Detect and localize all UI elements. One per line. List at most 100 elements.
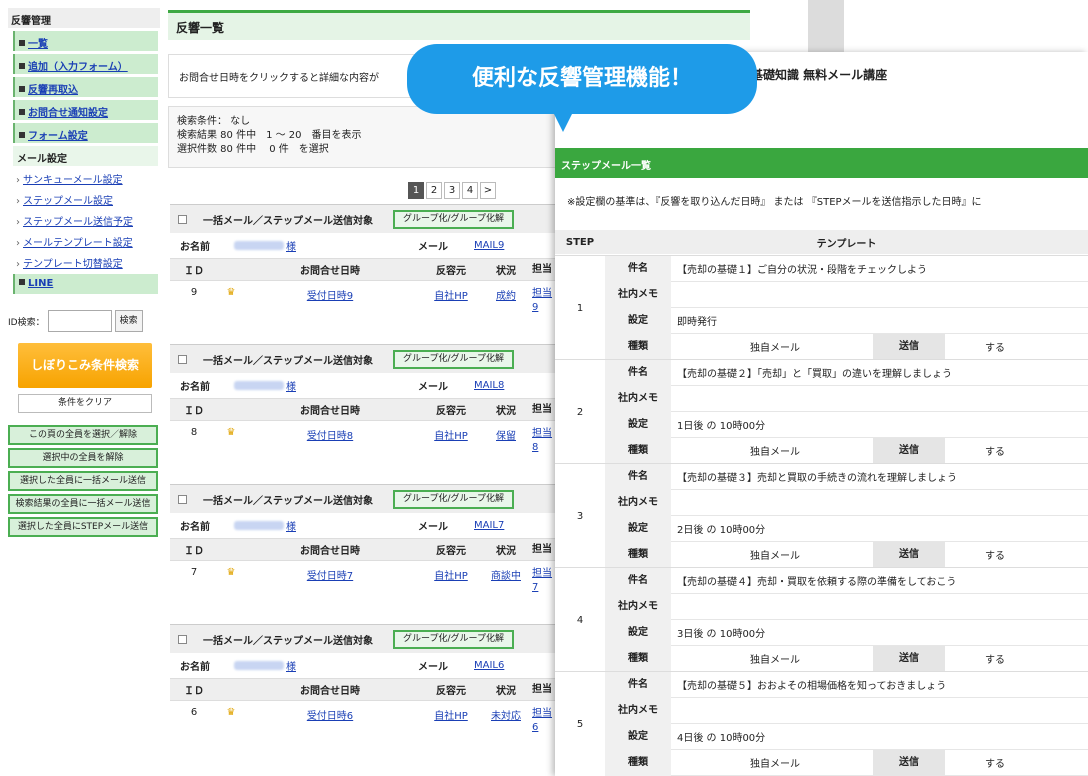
customer-name-link[interactable]: 様	[286, 518, 296, 533]
page-1[interactable]: 1	[408, 182, 424, 199]
memo-line: 社内メモ	[605, 281, 1088, 308]
bulk-mail-results-button[interactable]: 検索結果の全員に一括メール送信	[8, 494, 158, 514]
step-number: 5	[576, 718, 584, 730]
inquiry-date-link[interactable]: 受付日時8	[244, 427, 416, 442]
group-button[interactable]: グループ化/グループ化解	[393, 349, 514, 369]
step-number: 1	[576, 302, 584, 314]
bulk-mail-selected-button[interactable]: 選択した全員に一括メール送信	[8, 471, 158, 491]
step-mail-selected-button[interactable]: 選択した全員にSTEPメール送信	[8, 517, 158, 537]
screenshot-root: 反響管理 一覧 追加（入力フォーム） 反響再取込 お問合せ通知設定 フォーム設定…	[0, 0, 1088, 776]
customer-name-link[interactable]: 様	[286, 238, 296, 253]
source-link[interactable]: 自社HP	[416, 287, 486, 302]
background-scroll-strip	[808, 0, 844, 60]
deselect-all-button[interactable]: 選択中の全員を解除	[8, 448, 158, 468]
page-3[interactable]: 3	[444, 182, 460, 199]
inquiry-date-link[interactable]: 受付日時9	[244, 287, 416, 302]
step-number: 2	[576, 406, 584, 418]
feature-callout-bubble: 便利な反響管理機能！	[407, 44, 757, 114]
source-link[interactable]: 自社HP	[416, 567, 486, 582]
section-title: ステップメール一覧	[555, 148, 1088, 178]
square-bullet-icon	[19, 279, 25, 285]
staff-link[interactable]: 担当 6	[526, 707, 556, 735]
step-subject: 【売却の基礎３】売却と買取の手続きの流れを理解しましょう	[677, 473, 957, 484]
select-checkbox[interactable]	[178, 634, 187, 644]
crown-icon: ♛	[226, 287, 236, 298]
step-subject: 【売却の基礎２】「売却」と「買取」の違いを理解しましょう	[677, 369, 952, 380]
subject-line: 件名 【売却の基礎２】「売却」と「買取」の違いを理解しましょう	[605, 359, 1088, 386]
group-button[interactable]: グループ化/グループ化解	[393, 209, 514, 229]
sidebar-link-mail-template[interactable]: › メールテンプレート設定	[13, 229, 158, 250]
page-next[interactable]: >	[480, 182, 496, 199]
id-search: ID検索： 検索	[8, 308, 160, 334]
step-mail-panel: 売却の基礎知識 無料メール講座 ステップメール一覧 ※設定欄の基準は、『反響を取…	[555, 52, 1088, 776]
blurred-name	[234, 241, 284, 250]
kind-line: 種類 独自メール 送信 する	[605, 541, 1088, 568]
sidebar-link-step-schedule[interactable]: › ステップメール送信予定	[13, 208, 158, 229]
sidebar-link-thankyou-mail[interactable]: › サンキューメール設定	[13, 166, 158, 187]
step-subject: 【売却の基礎４】売却・買取を依頼する際の準備をしておこう	[677, 577, 957, 588]
bullet-icon: ›	[16, 175, 20, 186]
mail-link[interactable]: MAIL9	[474, 240, 504, 251]
step-number: 4	[576, 614, 584, 626]
square-bullet-icon	[19, 63, 25, 69]
blurred-name	[234, 381, 284, 390]
square-bullet-icon	[19, 86, 25, 92]
mail-link[interactable]: MAIL8	[474, 380, 504, 391]
bullet-icon: ›	[16, 238, 20, 249]
crown-icon: ♛	[226, 707, 236, 718]
status-link[interactable]: 保留	[486, 427, 526, 442]
status-link[interactable]: 商談中	[486, 567, 526, 582]
sidebar-item-add[interactable]: 追加（入力フォーム）	[13, 54, 158, 74]
page-4[interactable]: 4	[462, 182, 478, 199]
sidebar-link-template-switch[interactable]: › テンプレート切替設定	[13, 250, 158, 271]
mail-link[interactable]: MAIL6	[474, 660, 504, 671]
sidebar-item-notify-settings[interactable]: お問合せ通知設定	[13, 100, 158, 120]
memo-line: 社内メモ	[605, 385, 1088, 412]
callout-tail	[553, 112, 573, 132]
select-checkbox[interactable]	[178, 214, 187, 224]
status-link[interactable]: 成約	[486, 287, 526, 302]
crown-icon: ♛	[226, 567, 236, 578]
mail-link[interactable]: MAIL7	[474, 520, 504, 531]
filter-search-button[interactable]: しぼりこみ条件検索	[18, 343, 152, 388]
id-search-input[interactable]	[47, 310, 112, 332]
sidebar-link-step-mail[interactable]: › ステップメール設定	[13, 187, 158, 208]
staff-link[interactable]: 担当 9	[526, 287, 556, 315]
crown-icon: ♛	[226, 427, 236, 438]
select-checkbox[interactable]	[178, 494, 187, 504]
customer-name-link[interactable]: 様	[286, 378, 296, 393]
page-2[interactable]: 2	[426, 182, 442, 199]
step-table-header: STEP テンプレート	[555, 230, 1088, 254]
group-button[interactable]: グループ化/グループ化解	[393, 489, 514, 509]
staff-link[interactable]: 担当 7	[526, 567, 556, 595]
step-subject: 【売却の基礎５】おおよその相場価格を知っておきましょう	[677, 681, 947, 692]
kind-line: 種類 独自メール 送信 する	[605, 645, 1088, 672]
inquiry-date-link[interactable]: 受付日時6	[244, 707, 416, 722]
sidebar-item-list[interactable]: 一覧	[13, 31, 158, 51]
select-page-button[interactable]: この頁の全員を選択／解除	[8, 425, 158, 445]
step-row: 5 件名 【売却の基礎５】おおよその相場価格を知っておきましょう 社内メモ 設定 4…	[555, 671, 1088, 776]
source-link[interactable]: 自社HP	[416, 427, 486, 442]
step-row: 3 件名 【売却の基礎３】売却と買取の手続きの流れを理解しましょう 社内メモ 設定…	[555, 463, 1088, 568]
step-subject: 【売却の基礎１】ご自分の状況・段階をチェックしよう	[677, 265, 927, 276]
sidebar-item-line[interactable]: LINE	[13, 274, 158, 294]
status-link[interactable]: 未対応	[486, 707, 526, 722]
source-link[interactable]: 自社HP	[416, 707, 486, 722]
inquiry-date-link[interactable]: 受付日時7	[244, 567, 416, 582]
memo-line: 社内メモ	[605, 593, 1088, 620]
clear-conditions-button[interactable]: 条件をクリア	[18, 394, 152, 413]
customer-name-link[interactable]: 様	[286, 658, 296, 673]
page-title: 反響一覧	[168, 10, 750, 40]
id-search-label: ID検索：	[8, 317, 45, 328]
id-search-button[interactable]: 検索	[114, 310, 143, 332]
bullet-icon: ›	[16, 217, 20, 228]
memo-line: 社内メモ	[605, 697, 1088, 724]
kind-line: 種類 独自メール 送信 する	[605, 749, 1088, 776]
sidebar-item-reimport[interactable]: 反響再取込	[13, 77, 158, 97]
blurred-name	[234, 521, 284, 530]
square-bullet-icon	[19, 132, 25, 138]
select-checkbox[interactable]	[178, 354, 187, 364]
staff-link[interactable]: 担当 8	[526, 427, 556, 455]
sidebar-item-form-settings[interactable]: フォーム設定	[13, 123, 158, 143]
group-button[interactable]: グループ化/グループ化解	[393, 629, 514, 649]
